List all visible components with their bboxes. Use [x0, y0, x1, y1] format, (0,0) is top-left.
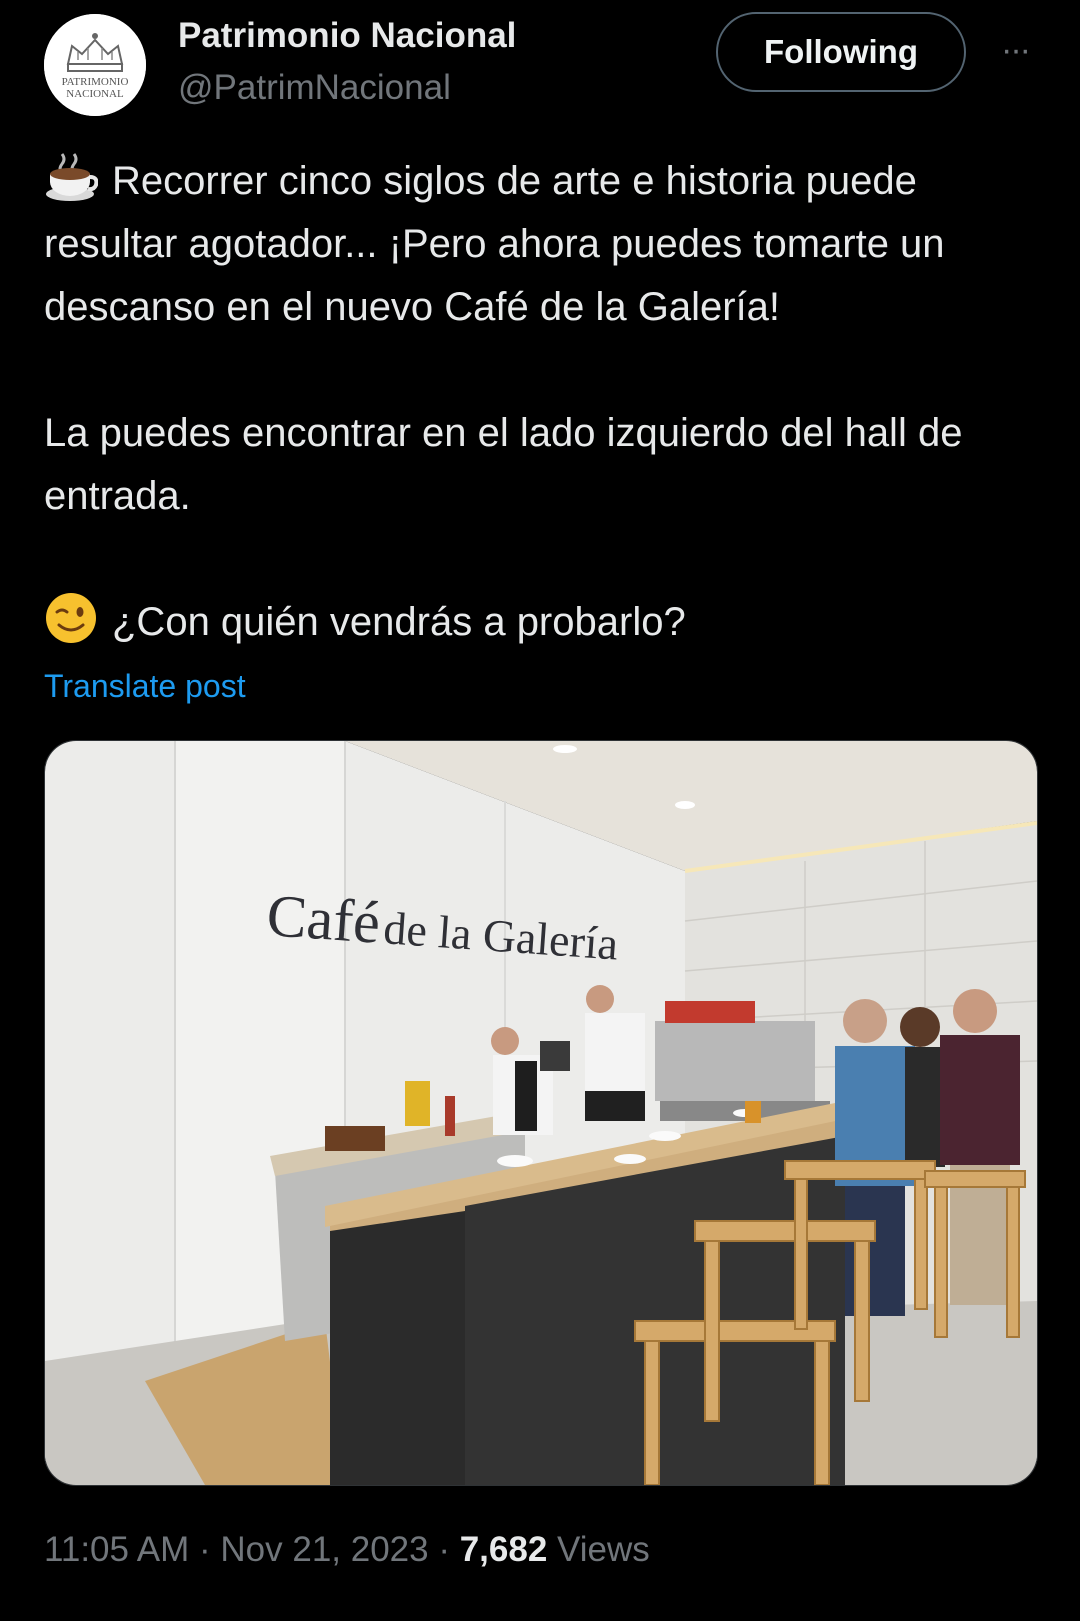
sign-part1: Café: [264, 882, 383, 956]
crown-icon: [44, 14, 146, 116]
post-paragraph-3: ¿Con quién vendrás a probarlo?: [44, 591, 1044, 654]
avatar-text-line2: NACIONAL: [66, 88, 124, 100]
views-count: 7,682: [459, 1530, 548, 1569]
cafe-photo-image: [45, 741, 1037, 1485]
account-name[interactable]: Patrimonio Nacional: [178, 16, 516, 56]
post-paragraph-1: Recorrer cinco siglos de arte e historia…: [44, 150, 1044, 339]
post-paragraph-2: La puedes encontrar en el lado izquierdo…: [44, 411, 963, 518]
post-date[interactable]: Nov 21, 2023: [220, 1530, 428, 1569]
post-metadata: 11:05 AM · Nov 21, 2023 · 7,682 Views: [44, 1530, 650, 1570]
post-paragraph-3-text: ¿Con quién vendrás a probarlo?: [112, 600, 686, 644]
post-header: PATRIMONIO NACIONAL Patrimonio Nacional …: [0, 0, 1080, 120]
post-time[interactable]: 11:05 AM: [44, 1530, 189, 1569]
avatar[interactable]: PATRIMONIO NACIONAL: [44, 14, 146, 116]
more-options-button[interactable]: ···: [990, 30, 1040, 70]
translate-post-link[interactable]: Translate post: [44, 668, 246, 705]
account-handle[interactable]: @PatrimNacional: [178, 68, 451, 108]
more-dots-icon: ···: [1001, 30, 1031, 69]
sign-part2: de la Galería: [381, 902, 620, 970]
hot-beverage-emoji: [46, 153, 98, 201]
meta-separator-1: ·: [189, 1530, 221, 1569]
views-label: Views: [557, 1530, 650, 1569]
post-text: Recorrer cinco siglos de arte e historia…: [44, 150, 1044, 654]
following-button[interactable]: Following: [716, 12, 966, 92]
winking-face-emoji: [46, 593, 96, 643]
post-paragraph-1-text: Recorrer cinco siglos de arte e historia…: [44, 159, 945, 329]
meta-separator-2: ·: [428, 1530, 460, 1569]
post-photo[interactable]: Café de la Galería: [44, 740, 1038, 1486]
avatar-text-line1: PATRIMONIO: [61, 76, 129, 88]
